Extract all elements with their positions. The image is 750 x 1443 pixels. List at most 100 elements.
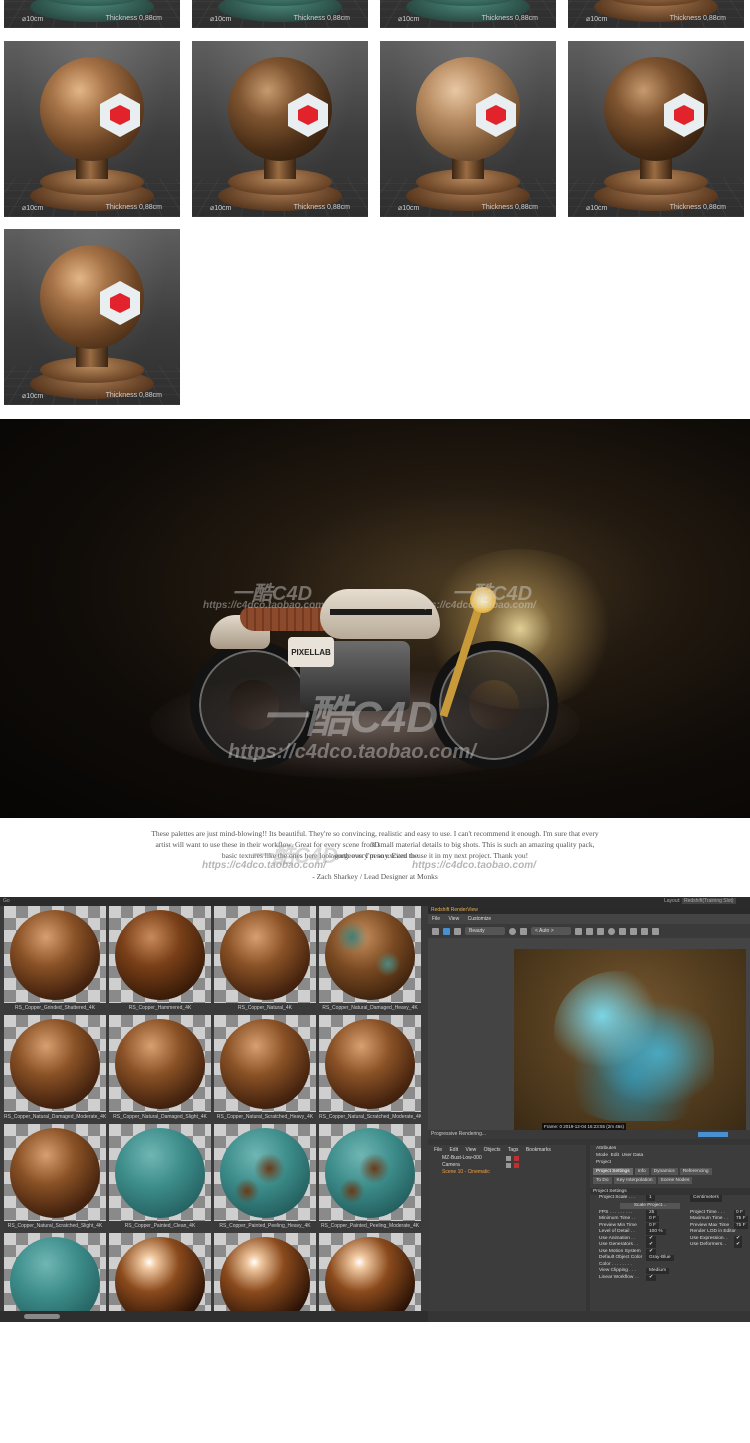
thumbnail-size-slider[interactable] (24, 1314, 60, 1319)
attribute-l: Minimum Time . . (599, 1216, 636, 1221)
circle-icon[interactable] (608, 927, 615, 935)
preview-thickness-label: Thickness 0,88cm (669, 204, 726, 211)
material-tile[interactable]: RS_Copper_Natural_Damaged_Heavy_4K (319, 906, 421, 1013)
om-menu-objects[interactable]: Objects (484, 1147, 501, 1153)
attribute-v[interactable]: ✔ (646, 1248, 657, 1255)
om-menu-edit[interactable]: Edit (449, 1147, 458, 1153)
attribute-v[interactable]: ✔ (646, 1235, 657, 1242)
sun-icon[interactable] (586, 927, 593, 935)
tab-todo[interactable]: To Do (593, 1177, 612, 1184)
copy-icon[interactable] (630, 927, 637, 935)
om-menu-bookmarks[interactable]: Bookmarks (526, 1147, 551, 1153)
material-tile[interactable]: RS_Copper_Grinded_Shattered_4K (4, 906, 106, 1013)
rv-menu-view[interactable]: View (448, 916, 459, 922)
attributes-node: Project (596, 1160, 611, 1165)
tab-key-interpolation[interactable]: Key Interpolation (613, 1177, 656, 1184)
material-tile[interactable]: RS_Copper_Natural_Damaged_Moderate_4K (4, 1015, 106, 1122)
pause-icon[interactable] (432, 927, 439, 935)
om-menu-file[interactable]: File (434, 1147, 442, 1153)
am-menu-mode[interactable]: Mode (596, 1153, 608, 1158)
crop-icon[interactable] (520, 927, 527, 935)
material-tile[interactable] (319, 1233, 421, 1322)
material-preview-copper-5[interactable]: ⌀10cm Thickness 0,88cm (4, 229, 180, 405)
attribute-l: Use Animation . . (599, 1235, 636, 1241)
tab-info[interactable]: Info (634, 1168, 649, 1175)
attribute-field[interactable]: Linear Workflow . . ✔ (590, 1274, 750, 1282)
tab-referencing[interactable]: Referencing (679, 1168, 712, 1175)
settings-icon[interactable] (652, 927, 659, 935)
project-scale-value[interactable]: 1 (646, 1195, 655, 1201)
material-preview-teal-2[interactable]: ⌀10cm Thickness 0,88cm (192, 0, 368, 28)
material-preview-teal-3[interactable]: ⌀10cm Thickness 0,88cm (380, 0, 556, 28)
layout-select[interactable]: Redshift(Training Slot) (682, 898, 736, 904)
tab-project-settings[interactable]: Project Settings (593, 1168, 633, 1175)
snowflake-icon[interactable] (597, 927, 604, 935)
attribute-v[interactable]: 0 F (646, 1222, 659, 1229)
material-sphere (325, 910, 415, 1000)
material-tile[interactable]: RS_Copper_Painted_Clean_4K (109, 1124, 211, 1231)
aov-select[interactable]: Beauty (465, 927, 505, 935)
attribute-l: Preview Min Time (599, 1222, 637, 1228)
attribute-rv[interactable]: 75 F (734, 1216, 748, 1222)
attribute-v[interactable]: ✔ (646, 1242, 657, 1248)
go-menu[interactable]: Go (3, 898, 10, 904)
attribute-v[interactable]: ✔ (646, 1274, 657, 1281)
object-row[interactable]: Scene 10 - Cinematic (428, 1169, 586, 1176)
material-tile[interactable]: RS_Copper_Natural_Scratched_Moderate_4K (319, 1015, 421, 1122)
material-preview-copper-4[interactable]: ⌀10cm Thickness 0,88cm (568, 41, 744, 217)
object-manager-menu: File Edit View Objects Tags Bookmarks (428, 1145, 586, 1155)
attribute-v[interactable]: Gray-Blue (646, 1255, 674, 1261)
material-tile[interactable]: RS_Copper_Natural_Scratched_Heavy_4K (214, 1015, 316, 1122)
project-scale-unit[interactable]: Centimeters (690, 1195, 722, 1202)
snapshot-icon[interactable] (509, 927, 516, 935)
scale-project-button[interactable]: Scale Project... (620, 1202, 680, 1209)
material-preview-copper-0[interactable]: ⌀10cm Thickness 0,88cm (568, 0, 744, 28)
material-preview-copper-3[interactable]: ⌀10cm Thickness 0,88cm (380, 41, 556, 217)
attribute-rv[interactable]: ✔ (734, 1242, 743, 1248)
attribute-v[interactable]: 25 (646, 1209, 658, 1216)
page: ⌀10cm Thickness 0,88cm ⌀10cm Thickness 0,8… (0, 0, 750, 1443)
am-menu-edit[interactable]: Edit (611, 1153, 619, 1158)
attribute-rv[interactable]: 0 F (734, 1209, 745, 1216)
material-tile[interactable] (109, 1233, 211, 1322)
material-sphere (325, 1237, 415, 1322)
attribute-l: Use Motion System (599, 1248, 641, 1254)
render-icon[interactable] (443, 927, 450, 935)
om-menu-view[interactable]: View (465, 1147, 476, 1153)
image-icon[interactable] (619, 927, 626, 935)
attribute-v[interactable]: 0 F (646, 1216, 659, 1222)
material-tile[interactable]: RS_Copper_Hammered_4K (109, 906, 211, 1013)
material-tile[interactable]: RS_Copper_Painted_Peeling_Heavy_4K (214, 1124, 316, 1231)
attribute-rv[interactable]: ✔ (734, 1235, 743, 1242)
preview-diameter-label: ⌀10cm (398, 205, 420, 212)
attribute-rv[interactable]: 75 F (734, 1222, 748, 1229)
grid-icon[interactable] (575, 927, 582, 935)
tab-scene-nodes[interactable]: Scene Nodes (657, 1177, 693, 1184)
object-row[interactable]: MZ-Bust-Low-000 (428, 1155, 586, 1162)
object-row[interactable]: Camera (428, 1162, 586, 1169)
material-tile[interactable] (4, 1233, 106, 1322)
camera-select[interactable]: < Auto > (531, 927, 571, 935)
project-scale-field[interactable]: Project Scale . . . 1 Centimeters (590, 1195, 750, 1202)
material-tile[interactable]: RS_Copper_Natural_Scratched_Slight_4K (4, 1124, 106, 1231)
save-icon[interactable] (641, 927, 648, 935)
material-sphere (115, 910, 205, 1000)
attribute-v[interactable]: 100 % (646, 1229, 666, 1235)
rv-menu-customize[interactable]: Customize (468, 916, 492, 922)
material-tile[interactable]: RS_Copper_Natural_Damaged_Slight_4K (109, 1015, 211, 1122)
material-preview-teal-1[interactable]: ⌀10cm Thickness 0,88cm (4, 0, 180, 28)
material-tile[interactable] (214, 1233, 316, 1322)
rv-menu-file[interactable]: File (432, 916, 440, 922)
am-menu-userdata[interactable]: User Data (622, 1153, 644, 1158)
render-canvas[interactable] (514, 949, 746, 1131)
attribute-v[interactable]: Medium (646, 1268, 670, 1274)
material-preview-copper-1[interactable]: ⌀10cm Thickness 0,88cm (4, 41, 180, 217)
tab-dynamics[interactable]: Dynamics (650, 1168, 678, 1175)
material-preview-copper-2[interactable]: ⌀10cm Thickness 0,88cm (192, 41, 368, 217)
material-tile[interactable]: RS_Copper_Painted_Peeling_Moderate_4K (319, 1124, 421, 1231)
material-sphere (220, 1237, 310, 1322)
om-menu-tags[interactable]: Tags (508, 1147, 519, 1153)
refresh-icon[interactable] (454, 927, 461, 935)
attribute-l: Default Object Color (599, 1255, 643, 1260)
material-tile[interactable]: RS_Copper_Natural_4K (214, 906, 316, 1013)
